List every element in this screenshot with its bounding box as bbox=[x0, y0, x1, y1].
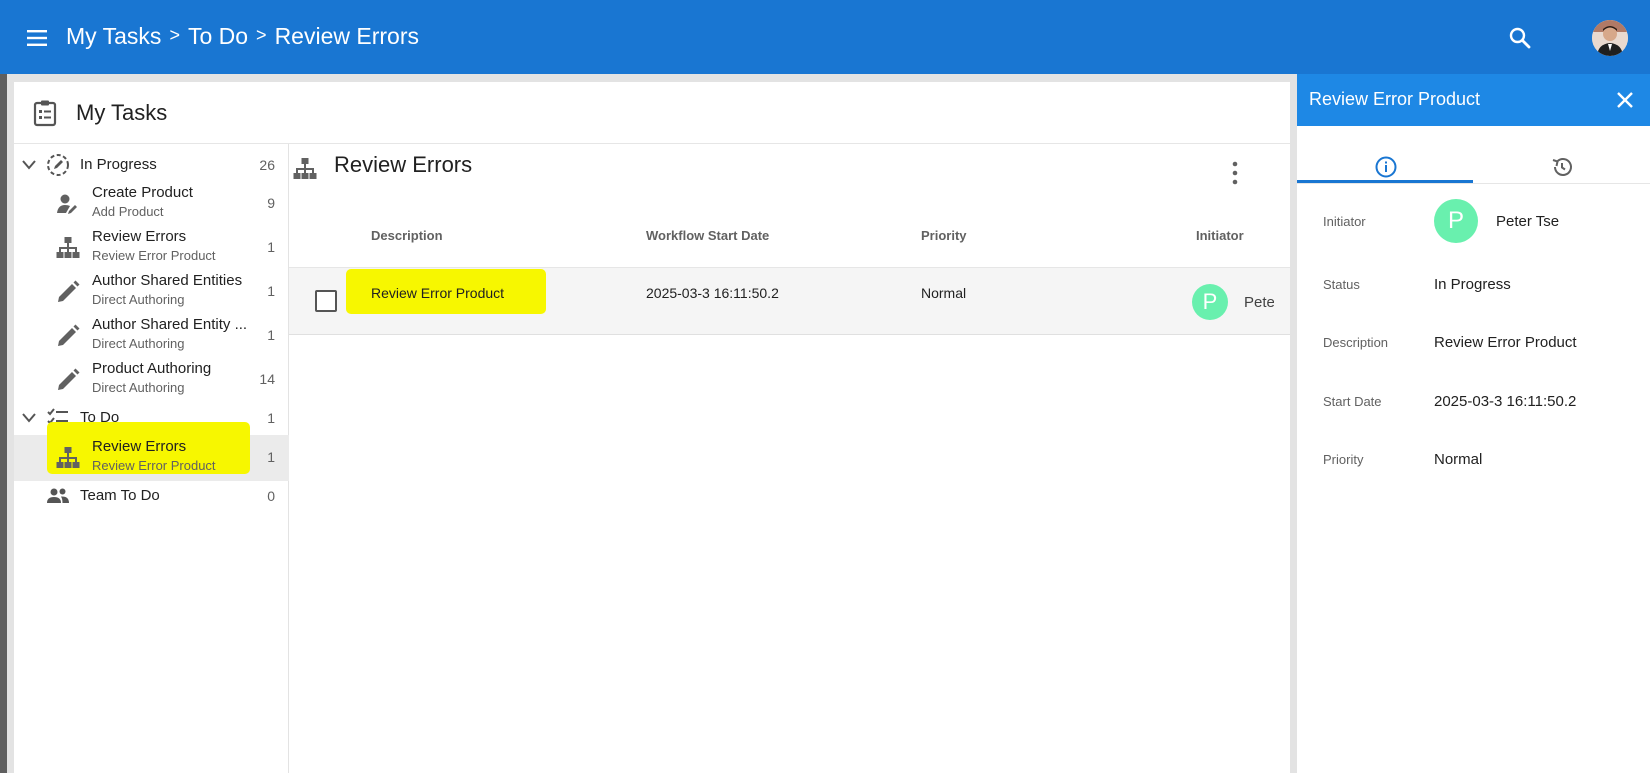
sidebar-item-count: 1 bbox=[267, 327, 275, 343]
task-sidebar: In Progress 26 Create Product Add Produc… bbox=[14, 144, 289, 773]
workflow-icon bbox=[56, 237, 80, 258]
card-title: My Tasks bbox=[76, 100, 168, 125]
field-label-status: Status bbox=[1323, 277, 1360, 292]
tab-divider bbox=[1297, 183, 1650, 184]
background-strip bbox=[0, 74, 7, 773]
more-vert-icon[interactable] bbox=[1230, 160, 1240, 186]
column-header-description[interactable]: Description bbox=[371, 228, 443, 243]
app-bar: My Tasks > To Do > Review Errors bbox=[0, 0, 1650, 74]
breadcrumb: My Tasks > To Do > Review Errors bbox=[66, 23, 419, 50]
column-header-initiator[interactable]: Initiator bbox=[1196, 228, 1244, 243]
field-label-initiator: Initiator bbox=[1323, 214, 1366, 229]
group-count: 26 bbox=[259, 157, 275, 173]
row-checkbox[interactable] bbox=[315, 290, 337, 312]
field-value-description: Review Error Product bbox=[1434, 334, 1577, 351]
detail-panel-header: Review Error Product bbox=[1297, 74, 1650, 126]
sidebar-item-count: 1 bbox=[267, 449, 275, 465]
chevron-down-icon[interactable] bbox=[21, 411, 37, 425]
sidebar-item-label: Create Product bbox=[92, 184, 193, 201]
workflow-icon bbox=[293, 158, 317, 179]
list-title: Review Errors bbox=[334, 152, 473, 177]
sidebar-item-author-shared-entity[interactable]: Author Shared Entity ... Direct Authorin… bbox=[14, 313, 289, 359]
field-value-start-date: 2025-03-3 16:11:50.2 bbox=[1434, 393, 1577, 410]
sidebar-item-review-errors[interactable]: Review Errors Review Error Product 1 bbox=[14, 225, 289, 271]
sidebar-item-count: 1 bbox=[267, 239, 275, 255]
tab-info[interactable] bbox=[1297, 126, 1473, 198]
row-description: Review Error Product bbox=[371, 285, 505, 301]
field-label-start-date: Start Date bbox=[1323, 394, 1382, 409]
field-label-description: Description bbox=[1323, 335, 1389, 350]
tasks-card: My Tasks In Progress 26 Create Product A… bbox=[14, 82, 1290, 773]
search-icon[interactable] bbox=[1506, 24, 1534, 52]
group-count: 0 bbox=[267, 488, 275, 504]
field-value-initiator: Peter Tse bbox=[1496, 213, 1560, 230]
sidebar-item-product-authoring[interactable]: Product Authoring Direct Authoring 14 bbox=[14, 357, 289, 403]
column-header-start-date[interactable]: Workflow Start Date bbox=[646, 228, 769, 243]
breadcrumb-my-tasks[interactable]: My Tasks bbox=[66, 23, 161, 50]
card-header: My Tasks bbox=[14, 82, 1290, 144]
progress-icon bbox=[47, 154, 69, 176]
sidebar-item-sublabel: Review Error Product bbox=[92, 248, 216, 263]
person-edit-icon bbox=[57, 194, 77, 214]
breadcrumb-separator: > bbox=[256, 25, 267, 45]
group-label: Team To Do bbox=[80, 487, 160, 504]
group-in-progress[interactable]: In Progress 26 bbox=[14, 149, 289, 181]
row-priority: Normal bbox=[921, 285, 967, 301]
info-icon bbox=[1375, 156, 1397, 178]
column-header-priority[interactable]: Priority bbox=[921, 228, 967, 243]
group-team-to-do[interactable]: Team To Do 0 bbox=[14, 480, 289, 512]
initiator-avatar: P bbox=[1192, 284, 1228, 320]
sidebar-item-label: Author Shared Entities bbox=[92, 272, 243, 289]
detail-panel: Review Error Product Initiator P Peter T… bbox=[1297, 74, 1650, 773]
breadcrumb-to-do[interactable]: To Do bbox=[188, 23, 248, 50]
chevron-down-icon[interactable] bbox=[21, 158, 37, 172]
field-label-priority: Priority bbox=[1323, 452, 1364, 467]
user-photo-icon bbox=[1592, 20, 1628, 56]
field-value-status: In Progress bbox=[1434, 276, 1511, 293]
sidebar-item-sublabel: Add Product bbox=[92, 204, 164, 219]
clipboard-icon bbox=[33, 100, 57, 127]
group-label: In Progress bbox=[80, 156, 157, 173]
sidebar-item-sublabel: Direct Authoring bbox=[92, 380, 185, 395]
sidebar-item-author-shared-entities[interactable]: Author Shared Entities Direct Authoring … bbox=[14, 269, 289, 315]
hamburger-menu-icon[interactable] bbox=[24, 26, 52, 50]
sidebar-item-label: Product Authoring bbox=[92, 360, 212, 377]
row-initiator: Peter Tse bbox=[1244, 294, 1274, 311]
sidebar-item-label: Review Errors bbox=[92, 438, 187, 455]
close-icon[interactable] bbox=[1615, 90, 1635, 110]
sidebar-item-sublabel: Direct Authoring bbox=[92, 336, 185, 351]
sidebar-item-create-product[interactable]: Create Product Add Product 9 bbox=[14, 181, 289, 227]
breadcrumb-separator: > bbox=[169, 25, 180, 45]
sidebar-item-label: Author Shared Entity ... bbox=[92, 316, 248, 333]
initiator-avatar: P bbox=[1434, 199, 1478, 243]
sidebar-item-label: Review Errors bbox=[92, 228, 187, 245]
group-count: 1 bbox=[267, 410, 275, 426]
field-value-priority: Normal bbox=[1434, 451, 1483, 468]
pencil-icon bbox=[58, 368, 80, 390]
sidebar-item-todo-review-errors[interactable]: Review Errors Review Error Product 1 bbox=[14, 422, 289, 481]
people-icon bbox=[47, 488, 69, 503]
history-icon bbox=[1552, 158, 1572, 176]
breadcrumb-review-errors: Review Errors bbox=[274, 23, 419, 49]
sidebar-item-sublabel: Review Error Product bbox=[92, 458, 216, 473]
sidebar-item-sublabel: Direct Authoring bbox=[92, 292, 185, 307]
detail-panel-title: Review Error Product bbox=[1309, 89, 1481, 109]
pencil-icon bbox=[58, 324, 80, 346]
sidebar-item-count: 14 bbox=[259, 371, 275, 387]
sidebar-item-count: 1 bbox=[267, 283, 275, 299]
sidebar-item-count: 9 bbox=[267, 195, 275, 211]
row-start-date: 2025-03-3 16:11:50.2 bbox=[646, 285, 779, 301]
tab-history[interactable] bbox=[1473, 126, 1649, 198]
pencil-icon bbox=[58, 280, 80, 302]
workflow-icon bbox=[56, 447, 80, 468]
user-avatar[interactable] bbox=[1592, 20, 1628, 56]
